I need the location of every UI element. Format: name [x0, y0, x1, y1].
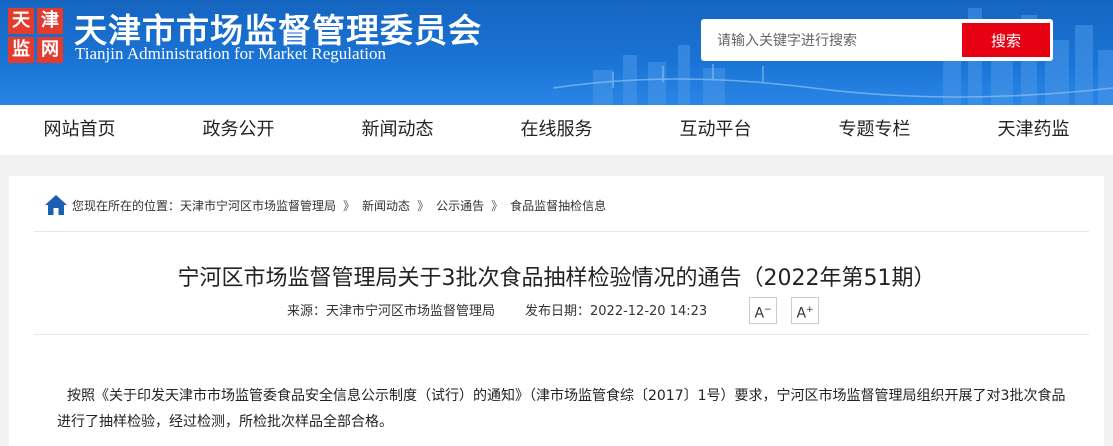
- article-title: 宁河区市场监督管理局关于3批次食品抽样检验情况的通告（2022年第51期）: [177, 266, 936, 291]
- nav-item-online-services[interactable]: 在线服务: [477, 105, 636, 155]
- article-source: 来源：天津市宁河区市场监督管理局: [287, 304, 496, 319]
- breadcrumb: 您现在所在的位置： 天津市宁河区市场监督管理局 》 新闻动态 》 公示通告 》 …: [44, 194, 606, 216]
- breadcrumb-item[interactable]: 公示通告: [436, 197, 484, 214]
- breadcrumb-prefix: 您现在所在的位置：: [72, 198, 181, 213]
- nav-item-topics[interactable]: 专题专栏: [795, 105, 954, 155]
- nav-item-government-affairs[interactable]: 政务公开: [159, 105, 318, 155]
- font-decrease-button[interactable]: A−: [749, 297, 777, 324]
- nav-item-news[interactable]: 新闻动态: [318, 105, 477, 155]
- nav-item-tianjin-drug[interactable]: 天津药监: [954, 105, 1113, 155]
- divider: [34, 231, 1089, 232]
- logo-char: 津: [37, 8, 63, 34]
- breadcrumb-item[interactable]: 新闻动态: [362, 197, 410, 214]
- nav-item-home[interactable]: 网站首页: [0, 105, 159, 155]
- logo-char: 监: [8, 37, 34, 63]
- logo-char: 天: [8, 8, 34, 34]
- article-date: 发布日期：2022-12-20 14:23: [525, 304, 708, 319]
- breadcrumb-separator: 》: [343, 198, 356, 213]
- search-button[interactable]: 搜索: [962, 23, 1050, 57]
- breadcrumb-separator: 》: [491, 198, 504, 213]
- main-nav: 网站首页 政务公开 新闻动态 在线服务 互动平台 专题专栏 天津药监: [0, 105, 1113, 155]
- site-logo[interactable]: 天 津 监 网: [8, 8, 64, 64]
- font-increase-button[interactable]: A+: [791, 297, 819, 324]
- breadcrumb-separator: 》: [417, 198, 430, 213]
- breadcrumb-item[interactable]: 食品监督抽检信息: [510, 197, 606, 214]
- article-paragraph: 按照《关于印发天津市市场监管委食品安全信息公示制度（试行）的通知》（津市场监管食…: [57, 388, 1066, 430]
- site-header: 天 津 监 网 天津市市场监督管理委员会 Tianjin Administrat…: [0, 0, 1113, 105]
- divider: [34, 334, 1089, 335]
- article-meta: 来源：天津市宁河区市场监督管理局 发布日期：2022-12-20 14:23: [287, 300, 707, 319]
- search-input[interactable]: [707, 21, 969, 61]
- home-icon[interactable]: [44, 194, 68, 216]
- nav-item-interaction[interactable]: 互动平台: [636, 105, 795, 155]
- search-box: 搜索: [701, 19, 1053, 61]
- article-card: 您现在所在的位置： 天津市宁河区市场监督管理局 》 新闻动态 》 公示通告 》 …: [9, 176, 1104, 446]
- logo-char: 网: [37, 37, 63, 63]
- breadcrumb-item[interactable]: 天津市宁河区市场监督管理局: [180, 197, 336, 214]
- site-subtitle: Tianjin Administration for Market Regula…: [75, 44, 387, 63]
